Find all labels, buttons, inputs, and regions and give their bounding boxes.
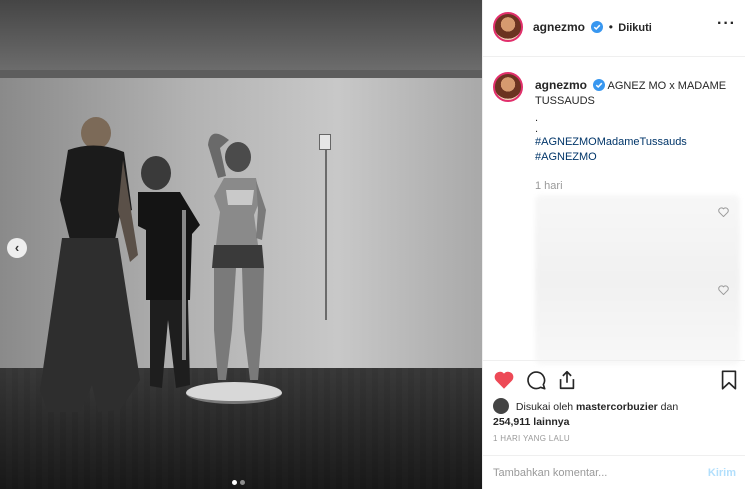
caption-line-2: TUSSAUDS <box>535 95 595 107</box>
photo-figure-model <box>208 133 266 380</box>
likes-summary: Disukai oleh mastercorbuzier dan 254,911… <box>493 398 738 430</box>
liker-avatar[interactable] <box>493 398 509 414</box>
post-timestamp[interactable]: 1 HARI YANG LALU <box>493 434 570 443</box>
send-comment-button[interactable]: Kirim <box>708 467 736 479</box>
carousel-dot-active <box>232 480 237 485</box>
share-icon[interactable] <box>556 369 578 391</box>
hashtag-link[interactable]: #AGNEZMOMadameTussauds <box>535 135 740 150</box>
post-header-text: agnezmo • Diikuti <box>533 20 652 34</box>
more-options-button[interactable]: ··· <box>717 15 736 33</box>
author-avatar[interactable] <box>493 12 523 42</box>
likes-prefix: Disukai oleh <box>515 401 574 413</box>
header-separator: • <box>608 20 613 34</box>
caption-avatar[interactable] <box>493 72 523 102</box>
caption-text: agnezmo AGNEZ MO x MADAME TUSSAUDS . . #… <box>535 78 740 165</box>
bookmark-icon[interactable] <box>718 369 740 391</box>
post-side-panel: agnezmo • Diikuti ··· agnezmo AGNEZ MO x… <box>482 0 745 489</box>
comment-input[interactable] <box>493 464 683 482</box>
caption-dot-2: . <box>535 123 539 135</box>
verified-badge-icon <box>591 21 604 33</box>
post-actions-bar <box>483 360 745 400</box>
photo-figures <box>40 117 266 412</box>
caption-line-1: AGNEZ MO x MADAME <box>607 80 727 92</box>
comment-icon[interactable] <box>525 369 547 391</box>
author-username[interactable]: agnezmo <box>533 20 585 34</box>
comments-blurred-area <box>535 195 740 365</box>
carousel-dots <box>232 480 245 485</box>
caption-time: 1 hari <box>535 180 563 192</box>
likes-joiner: dan <box>660 401 679 413</box>
follow-status-button[interactable]: Diikuti <box>618 22 652 34</box>
likes-count[interactable]: 254,911 lainnya <box>493 416 569 428</box>
caption-username[interactable]: agnezmo <box>535 78 587 92</box>
verified-badge-icon <box>593 79 606 91</box>
hashtag-link[interactable]: #AGNEZMO <box>535 150 740 165</box>
photo-figure-man <box>138 156 200 388</box>
carousel-dot <box>240 480 245 485</box>
comment-box: Kirim <box>483 455 745 489</box>
post-photo[interactable]: ‹ <box>0 0 482 489</box>
comment-like-heart-icon[interactable] <box>718 207 729 217</box>
comment-like-heart-icon[interactable] <box>718 285 729 295</box>
caption-dot-1: . <box>535 112 539 124</box>
liker-username[interactable]: mastercorbuzier <box>576 401 658 413</box>
post-header: agnezmo • Diikuti ··· <box>483 0 745 57</box>
previous-photo-button[interactable]: ‹ <box>7 238 27 258</box>
heart-filled-icon[interactable] <box>493 369 515 391</box>
photo-figure-woman-left <box>40 117 140 412</box>
